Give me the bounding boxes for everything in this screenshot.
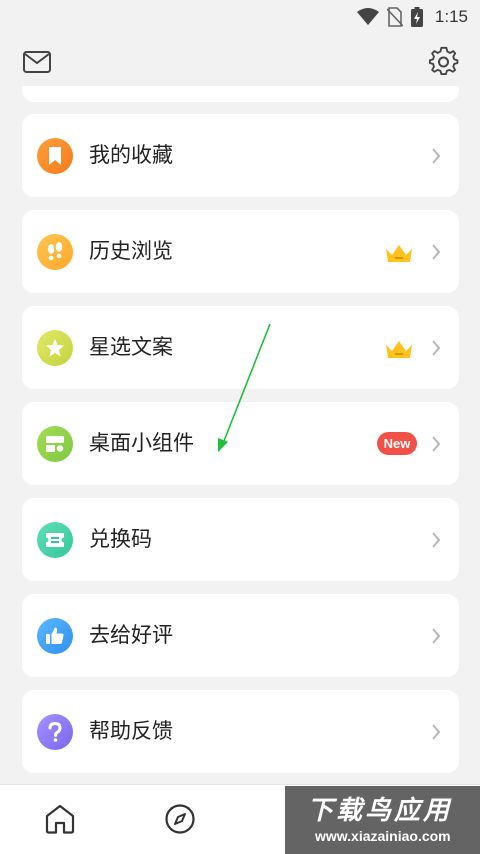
ticket-icon [37, 522, 73, 558]
watermark-title: 下载鸟应用 [307, 796, 453, 826]
no-sim-icon [386, 7, 403, 27]
new-badge: New [377, 432, 417, 455]
menu-item-favorites[interactable]: 我的收藏 [22, 114, 459, 197]
menu-item-featured-copy[interactable]: 星选文案 [22, 306, 459, 389]
crown-icon [386, 245, 412, 262]
menu-item-label: 去给好评 [89, 623, 173, 647]
menu-item-label: 帮助反馈 [89, 719, 173, 743]
chevron-right-icon [432, 148, 441, 164]
bookmark-icon [37, 138, 73, 174]
status-bar: 1:15 [0, 0, 480, 34]
battery-charging-icon [410, 7, 423, 27]
widget-icon [37, 426, 73, 462]
chevron-right-icon [432, 532, 441, 548]
chevron-right-icon [432, 436, 441, 452]
chevron-right-icon [432, 244, 441, 260]
menu-item-help-feedback[interactable]: 帮助反馈 [22, 690, 459, 773]
menu-item-label: 桌面小组件 [89, 431, 194, 455]
chevron-right-icon [432, 724, 441, 740]
menu-item-label: 星选文案 [89, 335, 173, 359]
compass-icon[interactable] [164, 803, 196, 835]
card-partial [22, 86, 459, 102]
footprint-icon [37, 234, 73, 270]
crown-icon [386, 341, 412, 358]
question-icon [37, 714, 73, 750]
watermark-url: www.xiazainiao.com [315, 828, 451, 844]
menu-item-label: 历史浏览 [89, 239, 173, 263]
watermark-logo: 下载鸟应用 www.xiazainiao.com [285, 786, 480, 854]
chevron-right-icon [432, 340, 441, 356]
star-icon [37, 330, 73, 366]
wifi-icon [356, 8, 379, 25]
menu-item-desktop-widget[interactable]: 桌面小组件 New [22, 402, 459, 485]
menu-item-label: 兑换码 [89, 527, 152, 551]
menu-item-label: 我的收藏 [89, 143, 173, 167]
home-icon[interactable] [44, 803, 76, 835]
mail-icon[interactable] [22, 50, 52, 74]
menu-item-rate-app[interactable]: 去给好评 [22, 594, 459, 677]
chevron-right-icon [432, 628, 441, 644]
top-bar [0, 40, 480, 84]
gear-icon[interactable] [428, 46, 460, 78]
menu-item-redeem-code[interactable]: 兑换码 [22, 498, 459, 581]
thumbs-up-icon [37, 618, 73, 654]
menu-item-history[interactable]: 历史浏览 [22, 210, 459, 293]
status-time: 1:15 [434, 7, 468, 26]
